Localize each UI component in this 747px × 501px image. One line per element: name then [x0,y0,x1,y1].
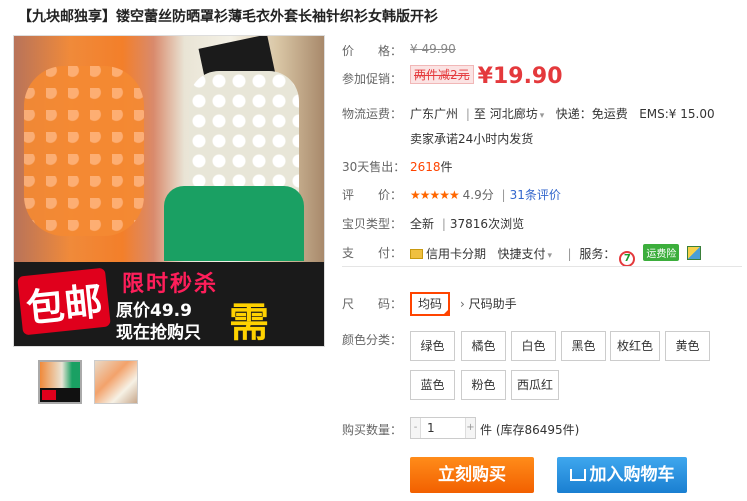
payment-row: 支 付： 信用卡分期 快捷支付 ▾ | 服务： 7 运费险 [342,244,702,267]
quantity-label-row: 购买数量： [342,421,402,438]
cart-icon [569,469,586,481]
type-label: 宝贝类型： [342,217,403,231]
flash-sale-text: 限时秒杀 [122,272,219,297]
color-option-green[interactable]: 绿色 [410,331,455,361]
ship-to-prefix: 至 [473,107,486,121]
guarantee-icon[interactable] [687,246,702,260]
chevron-right-icon: › [460,297,465,311]
add-to-cart-button[interactable]: 加入购物车 [557,457,687,493]
service-label: 服务： [579,247,616,261]
type-row: 宝贝类型： 全新 | 37816次浏览 [342,217,525,231]
sales-label: 30天售出： [342,160,406,174]
color-label: 颜色分类： [342,333,403,347]
banner-sale-price: 需19.9 [229,299,269,346]
color-option-white[interactable]: 白色 [511,331,556,361]
color-option-rose-red[interactable]: 枚红色 [610,331,660,361]
thumbnail-pointer-icon [58,360,70,361]
quantity-label: 购买数量： [342,423,403,437]
free-shipping-badge: 包邮 [17,267,111,336]
chevron-down-icon[interactable]: ▾ [547,251,552,261]
star-rating-icon: ★★★★★ [410,188,460,202]
orange-cardigan-image [24,66,144,236]
quantity-stepper: - + [410,417,476,439]
promo-row: 参加促销： 两件减2元 ¥19.90 [342,64,563,89]
views-count: 37816次浏览 [449,217,525,231]
color-option-blue[interactable]: 蓝色 [410,370,455,400]
rating-label: 评 价： [342,188,403,202]
add-to-cart-label: 加入购物车 [589,465,675,485]
size-label: 尺 码： [342,297,403,311]
stock-info: 件 (库存86495件) [480,423,580,437]
ship-to[interactable]: 河北廊坊 [490,107,538,121]
size-helper-link[interactable]: › 尺码助手 [460,295,517,312]
color-option-pink[interactable]: 粉色 [461,370,506,400]
thumbnail-1[interactable] [38,360,82,404]
price-label: 价 格： [342,44,403,58]
quick-pay[interactable]: 快捷支付 [497,247,545,261]
section-divider [342,266,742,267]
shipping-label: 物流运费： [342,107,403,121]
main-product-image[interactable]: 包邮 限时秒杀 原价49.9 现在抢购只 需19.9 [13,35,325,347]
ship-from[interactable]: 广东广州 [410,107,458,121]
rating-row: 评 价： ★★★★★ 4.9分 | 31条评价 [342,188,561,202]
condition: 全新 [410,217,435,231]
sales-unit: 件 [440,160,453,174]
size-option[interactable]: 均码 [410,292,450,316]
color-option-yellow[interactable]: 黄色 [665,331,710,361]
promo-label: 参加促销： [342,72,403,86]
product-title: 【九块邮独享】镂空蕾丝防晒罩衫薄毛衣外套长袖针织衫女韩版开衫 [18,9,438,25]
size-helper-label: 尺码助手 [468,297,517,311]
sales-count: 2618 [410,160,441,174]
increment-button[interactable]: + [465,418,475,438]
ems-fee: EMS:¥ 15.00 [639,107,715,121]
rating-score: 4.9分 [462,188,494,202]
reviews-link[interactable]: 31条评价 [510,188,561,202]
sales-row: 30天售出： 2618件 [342,158,453,175]
promo-banner: 包邮 限时秒杀 原价49.9 现在抢购只 需19.9 [14,262,324,346]
size-row: 尺 码： [342,295,402,312]
price-row: 价 格： ¥ 49.90 [342,42,456,59]
banner-buy-now: 现在抢购只 [116,323,201,343]
decrement-button[interactable]: - [411,418,421,438]
color-option-orange[interactable]: 橘色 [461,331,506,361]
ship-promise: 卖家承诺24小时内发货 [410,132,534,146]
color-label-row: 颜色分类： [342,331,402,348]
chevron-down-icon[interactable]: ▾ [540,111,545,121]
green-top-image [164,186,304,261]
seven-day-return-icon[interactable]: 7 [619,251,636,267]
express-fee: 快递：免运费 [555,107,628,121]
credit-installment[interactable]: 信用卡分期 [426,247,486,261]
quantity-input[interactable] [422,418,466,438]
original-price: ¥ 49.90 [410,42,456,56]
thumbnail-2[interactable] [94,360,138,404]
buy-now-button[interactable]: 立刻购买 [410,457,534,493]
promo-price: ¥19.90 [477,64,563,89]
payment-label: 支 付： [342,246,403,260]
promo-tag[interactable]: 两件减2元 [410,65,474,84]
credit-card-icon [410,249,423,259]
color-option-black[interactable]: 黑色 [561,331,606,361]
color-option-watermelon-red[interactable]: 西瓜红 [511,370,559,400]
shipping-row: 物流运费： 广东广州 | 至 河北廊坊 ▾ 快递：免运费 EMS:¥ 15.00 [342,107,715,121]
shipping-insurance-badge[interactable]: 运费险 [643,244,680,261]
